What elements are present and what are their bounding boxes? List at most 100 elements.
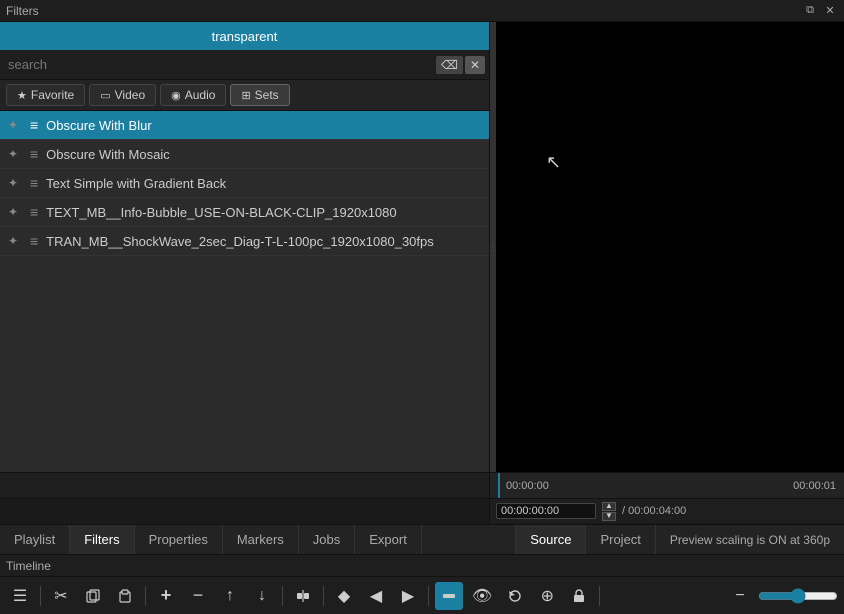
timecode-start: 00:00:00 (506, 480, 549, 492)
timeline-label-row: Timeline (0, 554, 844, 576)
tab-favorite[interactable]: ★ Favorite (6, 84, 85, 106)
filter-item-3[interactable]: ✦ ≡ Text Simple with Gradient Back (0, 169, 489, 198)
filter-name-2: Obscure With Mosaic (46, 147, 170, 162)
star-icon-5: ✦ (8, 234, 22, 248)
tab-export-label: Export (369, 532, 407, 547)
add-button[interactable]: + (152, 582, 180, 610)
tab-sets[interactable]: ⊞ Sets (230, 84, 289, 106)
timecode-current-input[interactable] (496, 503, 596, 519)
scrub-button[interactable]: 👁 (467, 582, 497, 610)
timecode-total: / 00:00:04:00 (622, 505, 686, 517)
cut-button[interactable]: ✂ (47, 582, 75, 610)
tab-markers[interactable]: Markers (223, 525, 299, 554)
prev-button[interactable]: ◀ (362, 582, 390, 610)
remove-button[interactable]: − (184, 582, 212, 610)
timecode-ruler: 00:00:00 00:00:01 (490, 473, 844, 499)
separator-1 (40, 586, 41, 606)
star-icon-2: ✦ (8, 147, 22, 161)
split-icon (296, 589, 310, 603)
paste-icon (118, 589, 132, 603)
split-button[interactable] (289, 582, 317, 610)
transparent-bar: transparent (0, 22, 489, 50)
tab-source[interactable]: Source (515, 525, 585, 554)
separator-3 (282, 586, 283, 606)
filter-set-icon-5: ≡ (30, 233, 38, 249)
search-input[interactable] (4, 55, 436, 74)
tab-sets-label: Sets (255, 88, 279, 102)
timecode-end: 00:00:01 (793, 480, 836, 492)
search-clear-button[interactable]: ✕ (465, 56, 485, 74)
tab-jobs[interactable]: Jobs (299, 525, 355, 554)
filter-item-5[interactable]: ✦ ≡ TRAN_MB__ShockWave_2sec_Diag-T-L-100… (0, 227, 489, 256)
zoom-out-button[interactable]: − (726, 582, 754, 610)
copy-button[interactable] (79, 582, 107, 610)
filter-item-2[interactable]: ✦ ≡ Obscure With Mosaic (0, 140, 489, 169)
sets-icon: ⊞ (241, 89, 250, 102)
tab-source-label: Source (530, 532, 571, 547)
cursor-arrow: ↖ (546, 152, 561, 173)
preview-panel: ↖ (496, 22, 844, 472)
lock-icon (573, 589, 585, 603)
right-tabs: Source Project Preview scaling is ON at … (515, 525, 844, 554)
copy-icon (86, 589, 100, 603)
separator-2 (145, 586, 146, 606)
search-backspace-button[interactable]: ⌫ (436, 56, 463, 74)
video-icon: ▭ (100, 89, 110, 102)
tab-properties-label: Properties (149, 532, 208, 547)
star-icon-3: ✦ (8, 176, 22, 190)
timeline-label: Timeline (6, 559, 51, 573)
menu-button[interactable]: ☰ (6, 582, 34, 610)
tab-video[interactable]: ▭ Video (89, 84, 156, 106)
restore-icon[interactable]: ⧉ (802, 3, 818, 19)
timecode-spin-down[interactable]: ▼ (602, 512, 616, 521)
lock-button[interactable] (565, 582, 593, 610)
paste-button[interactable] (111, 582, 139, 610)
filter-name-4: TEXT_MB__Info-Bubble_USE-ON-BLACK-CLIP_1… (46, 205, 396, 220)
transparent-label: transparent (212, 29, 278, 44)
tab-properties[interactable]: Properties (135, 525, 223, 554)
tab-export[interactable]: Export (355, 525, 422, 554)
filter-item-4[interactable]: ✦ ≡ TEXT_MB__Info-Bubble_USE-ON-BLACK-CL… (0, 198, 489, 227)
loop-button[interactable] (501, 582, 529, 610)
tab-filters[interactable]: Filters (70, 525, 134, 554)
filter-name-5: TRAN_MB__ShockWave_2sec_Diag-T-L-100pc_1… (46, 234, 434, 249)
filter-set-icon-4: ≡ (30, 204, 38, 220)
next-button[interactable]: ▶ (394, 582, 422, 610)
zoom-slider[interactable] (758, 588, 838, 604)
tab-favorite-label: Favorite (31, 88, 74, 102)
filter-name-1: Obscure With Blur (46, 118, 151, 133)
bottom-tabs: Playlist Filters Properties Markers Jobs… (0, 524, 844, 554)
filter-set-icon-2: ≡ (30, 146, 38, 162)
timecode-spin-up[interactable]: ▲ (602, 502, 616, 511)
tab-audio-label: Audio (185, 88, 216, 102)
tab-audio[interactable]: ◉ Audio (160, 84, 226, 106)
ripple-button[interactable] (435, 582, 463, 610)
filters-panel: transparent ⌫ ✕ ★ Favorite ▭ Video ◉ Aud… (0, 22, 490, 472)
tab-project[interactable]: Project (585, 525, 654, 554)
filter-item-1[interactable]: ✦ ≡ Obscure With Blur (0, 111, 489, 140)
main-content: transparent ⌫ ✕ ★ Favorite ▭ Video ◉ Aud… (0, 22, 844, 472)
tab-project-label: Project (600, 532, 640, 547)
ripple-icon (442, 589, 456, 603)
star-icon-4: ✦ (8, 205, 22, 219)
filter-list: ✦ ≡ Obscure With Blur ✦ ≡ Obscure With M… (0, 111, 489, 472)
down-button[interactable]: ↓ (248, 582, 276, 610)
timecode-input-row: ▲ ▼ / 00:00:04:00 (490, 499, 844, 523)
tab-playlist-label: Playlist (14, 532, 55, 547)
close-icon[interactable]: ✕ (822, 3, 838, 19)
multi-button[interactable]: ⊕ (533, 582, 561, 610)
timeline-empty-left (0, 473, 490, 498)
toolbar: ☰ ✂ + − ↑ ↓ ◆ ◀ ▶ 👁 (0, 576, 844, 614)
separator-4 (323, 586, 324, 606)
separator-5 (428, 586, 429, 606)
up-button[interactable]: ↑ (216, 582, 244, 610)
star-icon-1: ✦ (8, 118, 22, 132)
window-title: Filters (6, 4, 39, 18)
title-bar: Filters ⧉ ✕ (0, 0, 844, 22)
tab-playlist[interactable]: Playlist (0, 525, 70, 554)
snap-button[interactable]: ◆ (330, 582, 358, 610)
tab-markers-label: Markers (237, 532, 284, 547)
preview-scaling-text: Preview scaling is ON at 360p (670, 533, 830, 547)
filter-set-icon-1: ≡ (30, 117, 38, 133)
tab-filters-label: Filters (84, 532, 119, 547)
